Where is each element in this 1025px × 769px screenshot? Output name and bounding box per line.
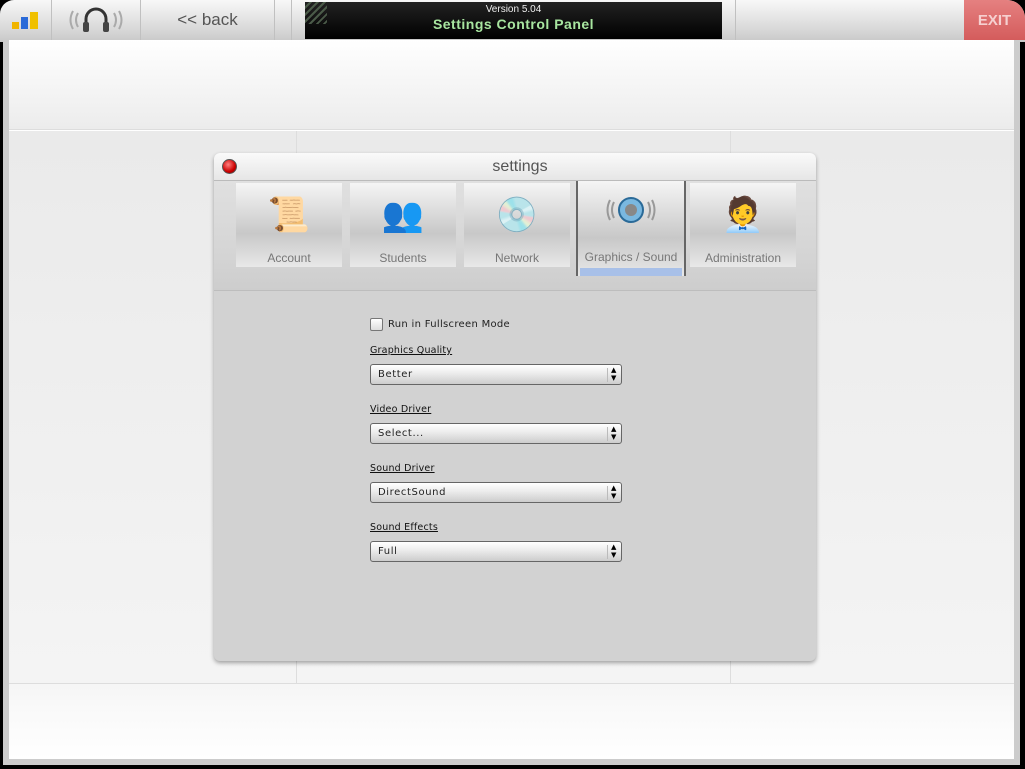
title-banner: Version 5.04 Settings Control Panel: [305, 2, 722, 39]
close-button[interactable]: [222, 159, 237, 174]
network-drive-icon: 💿: [495, 196, 539, 234]
select-value: Select...: [378, 428, 424, 439]
fullscreen-label: Run in Fullscreen Mode: [388, 319, 511, 330]
tab-network[interactable]: 💿 Network: [464, 183, 570, 267]
stats-button[interactable]: [0, 0, 52, 40]
select-value: DirectSound: [378, 487, 447, 498]
updown-arrows-icon: ▲ ▼: [607, 484, 617, 500]
updown-arrows-icon: ▲ ▼: [607, 543, 617, 559]
updown-arrows-icon: ▲ ▼: [607, 425, 617, 441]
tab-graphics-sound[interactable]: Graphics / Sound: [576, 181, 686, 276]
stats-bars-icon: [11, 12, 38, 29]
scroll-icon: 📜: [267, 196, 311, 234]
fullscreen-row: Run in Fullscreen Mode: [370, 318, 630, 331]
audio-button[interactable]: [52, 0, 141, 40]
settings-form: Run in Fullscreen Mode Graphics Quality …: [370, 318, 630, 562]
video-driver-label: Video Driver: [370, 404, 432, 415]
fullscreen-checkbox[interactable]: [370, 318, 383, 331]
tab-label: Network: [494, 251, 539, 265]
select-value: Better: [378, 369, 413, 380]
sound-driver-label: Sound Driver: [370, 463, 435, 474]
back-label: << back: [177, 10, 238, 29]
divider: [275, 0, 292, 40]
students-icon: 👥: [381, 196, 425, 234]
tab-students[interactable]: 👥 Students: [350, 183, 456, 267]
dialog-title: settings: [492, 158, 548, 175]
settings-dialog: settings 📜 Account 👥 Students 💿 Network …: [214, 153, 816, 661]
version-label: Version 5.04: [485, 4, 542, 15]
top-toolbar: << back Version 5.04 Settings Control Pa…: [0, 0, 1025, 42]
updown-arrows-icon: ▲ ▼: [607, 366, 617, 382]
tab-account[interactable]: 📜 Account: [236, 183, 342, 267]
tab-label: Administration: [704, 251, 782, 265]
tab-administration[interactable]: 🧑‍💼 Administration: [690, 183, 796, 267]
divider: [722, 0, 736, 40]
sound-effects-label: Sound Effects: [370, 522, 438, 533]
app-title: Settings Control Panel: [432, 16, 595, 32]
footer-band: [9, 683, 1014, 759]
select-value: Full: [378, 546, 398, 557]
exit-button[interactable]: EXIT: [964, 0, 1025, 40]
tab-bar: 📜 Account 👥 Students 💿 Network Graphics …: [214, 181, 816, 291]
video-driver-select[interactable]: Select... ▲ ▼: [370, 423, 622, 444]
graphics-quality-label: Graphics Quality: [370, 345, 453, 356]
headphones-icon: [69, 7, 123, 32]
tab-label: Graphics / Sound: [584, 250, 678, 264]
sound-driver-select[interactable]: DirectSound ▲ ▼: [370, 482, 622, 503]
tab-label: Account: [267, 251, 311, 265]
speaker-icon: [606, 197, 656, 223]
dialog-header: settings: [214, 153, 816, 181]
sound-effects-select[interactable]: Full ▲ ▼: [370, 541, 622, 562]
back-button[interactable]: << back: [141, 0, 275, 40]
graphics-quality-select[interactable]: Better ▲ ▼: [370, 364, 622, 385]
exit-label: EXIT: [977, 11, 1012, 29]
admin-person-icon: 🧑‍💼: [721, 196, 765, 234]
stripes-decoration: [305, 2, 327, 24]
tab-label: Students: [379, 251, 427, 265]
active-tab-indicator: [580, 268, 682, 276]
header-band: [9, 40, 1014, 130]
